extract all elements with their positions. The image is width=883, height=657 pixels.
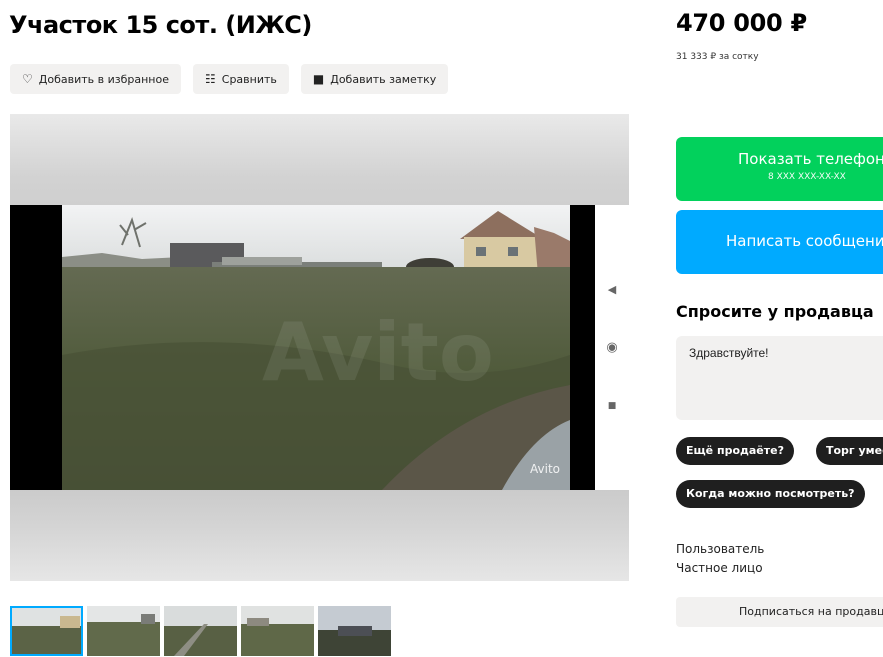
add-to-favorites-button[interactable]: ♡ Добавить в избранное: [10, 64, 181, 94]
subscribe-seller-button[interactable]: Подписаться на продавца: [676, 597, 883, 627]
quick-reply-when-view[interactable]: Когда можно посмотреть?: [676, 480, 865, 508]
avito-watermark: Avito: [530, 462, 560, 476]
photo-gallery[interactable]: Avito Avito ◀ ◉ ■: [10, 114, 629, 581]
gallery-blur-top: [10, 114, 629, 205]
thumbnail[interactable]: [87, 606, 160, 656]
show-phone-button[interactable]: Показать телефон 8 XXX XXX-XX-XX: [676, 137, 883, 201]
seller-type: Частное лицо: [676, 561, 763, 575]
gallery-blur-bottom: [10, 490, 629, 581]
ask-seller-heading: Спросите у продавца: [676, 302, 874, 321]
listing-title: Участок 15 сот. (ИЖС): [9, 11, 312, 39]
price-per-unit: 31 333 ₽ за сотку: [676, 52, 759, 62]
show-phone-label: Показать телефон: [738, 150, 883, 168]
recents-square-icon: ■: [607, 401, 617, 411]
main-photo[interactable]: Avito Avito: [62, 205, 570, 490]
thumbnail[interactable]: [241, 606, 314, 656]
masked-phone: 8 XXX XXX-XX-XX: [768, 172, 846, 182]
message-input[interactable]: Здравствуйте!: [676, 336, 883, 420]
main-photo-frame[interactable]: Avito Avito ◀ ◉ ■: [10, 205, 629, 490]
seller-info: Пользователь Частное лицо: [676, 540, 764, 578]
sidebar: 470 000 ₽ 31 333 ₽ за сотку Показать тел…: [676, 0, 883, 657]
thumbnail[interactable]: [318, 606, 391, 656]
listing-actions: ♡ Добавить в избранное ☷ Сравнить ■ Доба…: [10, 64, 449, 94]
seller-name[interactable]: Пользователь: [676, 540, 764, 559]
add-note-label: Добавить заметку: [330, 72, 437, 86]
thumbnail-strip: [10, 606, 391, 656]
thumbnail[interactable]: [164, 606, 237, 656]
compare-label: Сравнить: [221, 72, 277, 86]
add-to-favorites-label: Добавить в избранное: [38, 72, 169, 86]
back-triangle-icon: ◀: [607, 283, 617, 296]
land-plot-photo: Avito: [62, 205, 570, 490]
compare-icon: ☷: [205, 72, 216, 86]
add-note-button[interactable]: ■ Добавить заметку: [300, 64, 449, 94]
android-navbar: ◀ ◉ ■: [595, 205, 629, 490]
svg-text:Avito: Avito: [262, 306, 494, 399]
home-circle-icon: ◉: [606, 340, 618, 355]
quick-reply-bargain[interactable]: Торг уместен?: [816, 437, 883, 465]
heart-icon: ♡: [22, 72, 33, 86]
write-message-label: Написать сообщение: [726, 232, 883, 250]
write-message-button[interactable]: Написать сообщение: [676, 210, 883, 274]
compare-button[interactable]: ☷ Сравнить: [193, 64, 289, 94]
thumbnail[interactable]: [10, 606, 83, 656]
price: 470 000 ₽: [676, 9, 807, 37]
note-icon: ■: [312, 72, 325, 86]
quick-reply-still-selling[interactable]: Ещё продаёте?: [676, 437, 794, 465]
